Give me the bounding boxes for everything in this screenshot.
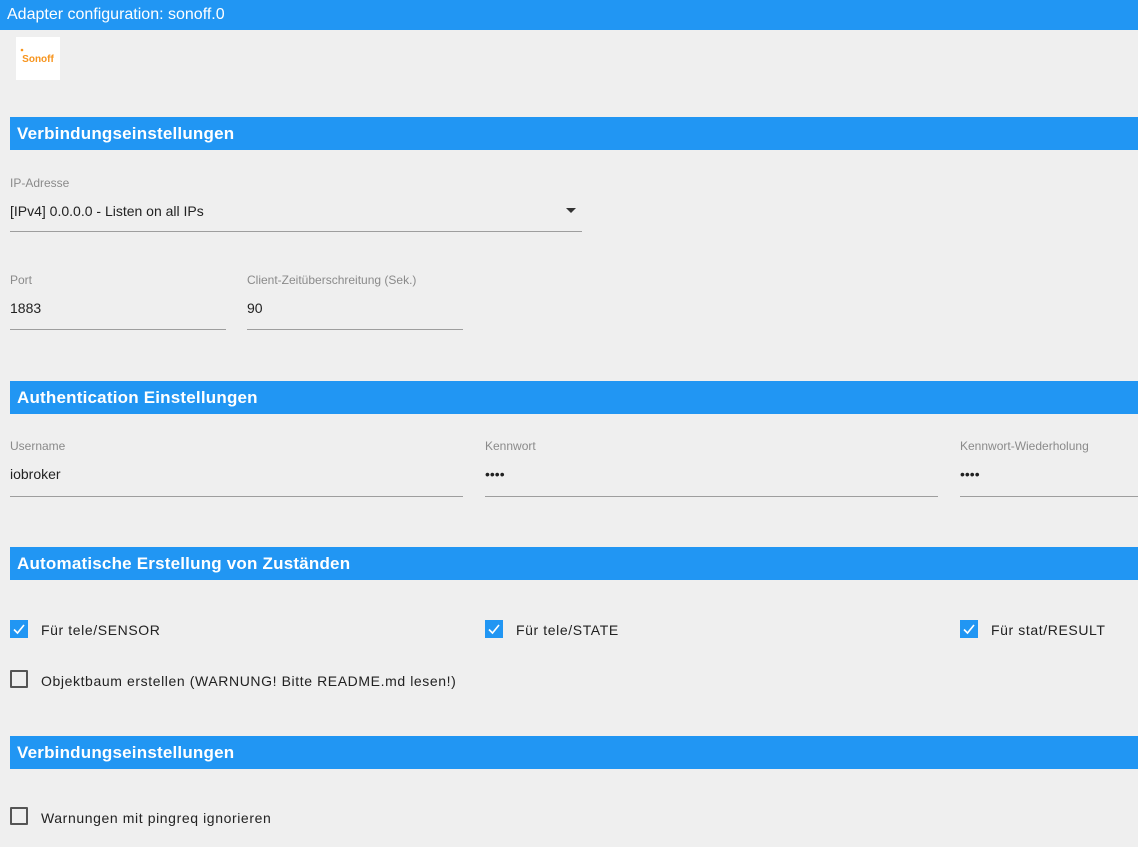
- checkbox-object-tree-label[interactable]: Objektbaum erstellen (WARNUNG! Bitte REA…: [41, 673, 456, 689]
- password-underline: [485, 496, 938, 497]
- checkmark-icon: [488, 624, 500, 635]
- ip-address-value: [IPv4] 0.0.0.0 - Listen on all IPs: [10, 203, 204, 219]
- password-repeat-underline: [960, 496, 1138, 497]
- port-field[interactable]: Port 1883: [10, 273, 226, 330]
- ip-address-underline: [10, 231, 582, 232]
- checkbox-pingreq[interactable]: [10, 807, 28, 825]
- dropdown-arrow-icon[interactable]: [566, 208, 576, 213]
- password-repeat-field[interactable]: Kennwort-Wiederholung ••••: [960, 439, 1138, 497]
- ip-address-select[interactable]: IP-Adresse [IPv4] 0.0.0.0 - Listen on al…: [10, 176, 582, 232]
- ip-address-label: IP-Adresse: [10, 176, 70, 190]
- sonoff-logo: Sonoff: [16, 37, 60, 80]
- checkbox-stat-result[interactable]: [960, 620, 978, 638]
- password-value: ••••: [485, 466, 505, 482]
- checkbox-object-tree[interactable]: [10, 670, 28, 688]
- window-title: Adapter configuration: sonoff.0: [0, 0, 1138, 30]
- checkmark-icon: [963, 624, 975, 635]
- username-value: iobroker: [10, 466, 61, 482]
- port-label: Port: [10, 273, 33, 287]
- svg-text:Sonoff: Sonoff: [22, 54, 54, 65]
- checkbox-tele-sensor[interactable]: [10, 620, 28, 638]
- port-value: 1883: [10, 300, 42, 316]
- client-timeout-underline: [247, 329, 463, 330]
- checkbox-pingreq-label[interactable]: Warnungen mit pingreq ignorieren: [41, 810, 271, 826]
- section-header-auto-states: Automatische Erstellung von Zuständen: [10, 547, 1138, 580]
- password-field[interactable]: Kennwort ••••: [485, 439, 938, 497]
- section-header-connection-2: Verbindungseinstellungen: [10, 736, 1138, 769]
- section-header-connection: Verbindungseinstellungen: [10, 117, 1138, 150]
- checkbox-tele-state[interactable]: [485, 620, 503, 638]
- password-label: Kennwort: [485, 439, 536, 453]
- client-timeout-label: Client-Zeitüberschreitung (Sek.): [247, 273, 417, 287]
- checkbox-tele-sensor-label[interactable]: Für tele/SENSOR: [41, 622, 160, 638]
- checkmark-icon: [13, 624, 25, 635]
- password-repeat-value: ••••: [960, 466, 980, 482]
- checkbox-stat-result-label[interactable]: Für stat/RESULT: [991, 622, 1106, 638]
- port-underline: [10, 329, 226, 330]
- username-underline: [10, 496, 463, 497]
- section-header-auth: Authentication Einstellungen: [10, 381, 1138, 414]
- username-field[interactable]: Username iobroker: [10, 439, 463, 497]
- checkbox-tele-state-label[interactable]: Für tele/STATE: [516, 622, 619, 638]
- client-timeout-value: 90: [247, 300, 263, 316]
- username-label: Username: [10, 439, 66, 453]
- client-timeout-field[interactable]: Client-Zeitüberschreitung (Sek.) 90: [247, 273, 463, 330]
- password-repeat-label: Kennwort-Wiederholung: [960, 439, 1089, 453]
